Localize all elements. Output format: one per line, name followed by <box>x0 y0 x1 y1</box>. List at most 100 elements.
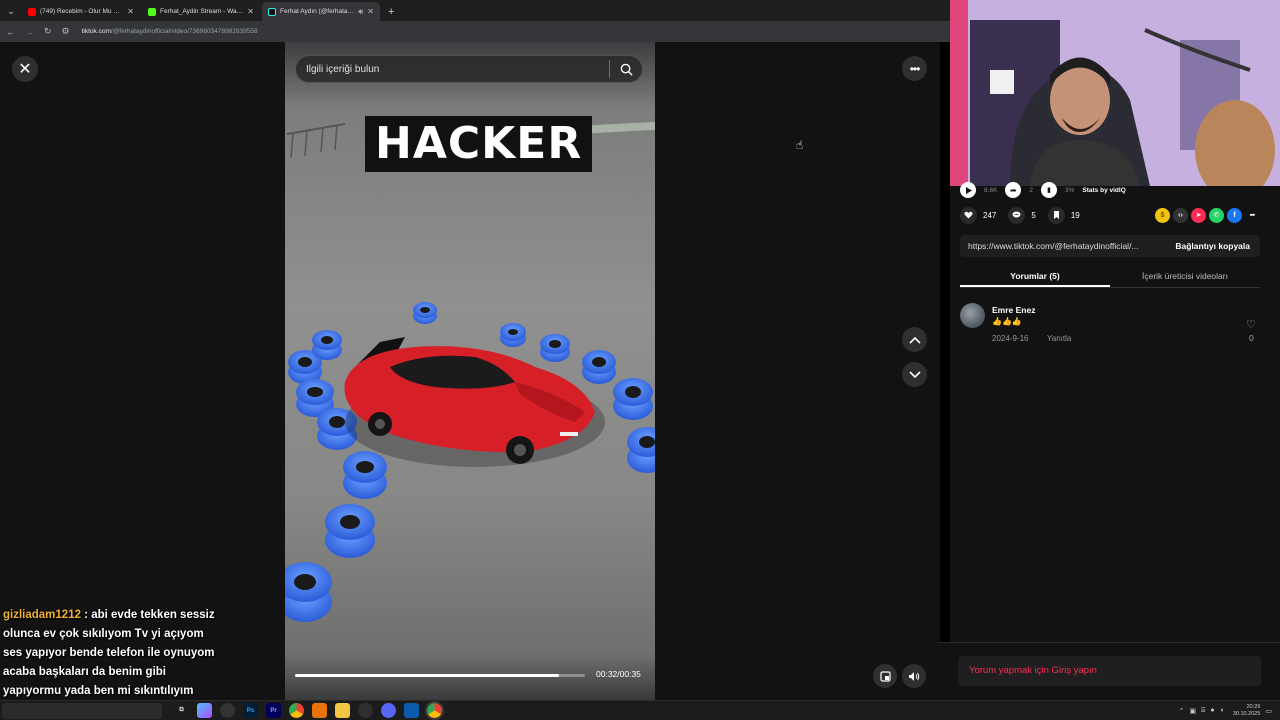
browser-tab-bar: ⌄ (749) Recebim - Olur Mu Kız Cit ✕ Ferh… <box>0 0 950 21</box>
chevron-up-icon <box>908 336 921 344</box>
premiere-icon[interactable]: Pr <box>266 703 281 718</box>
comment-item: Emre Enez 👍👍👍 2024-9-16 Yanıtla ♡ 0 <box>960 303 1260 353</box>
avatar[interactable] <box>960 303 985 328</box>
shares-count: 2 <box>1029 186 1033 194</box>
stats-percent: 3% <box>1065 186 1075 194</box>
video-progress-bar[interactable] <box>295 674 585 677</box>
close-tab-icon[interactable]: ✕ <box>127 7 134 16</box>
comment-icon <box>1008 206 1026 224</box>
close-tab-icon[interactable]: ✕ <box>247 7 254 16</box>
tiktok-video-page: ✕ HACKER <box>0 42 940 700</box>
app-icon[interactable] <box>312 703 327 718</box>
streamer-webcam <box>950 0 1280 186</box>
reload-icon[interactable]: ↻ <box>44 26 52 37</box>
notification-icon[interactable]: ▭ <box>1265 707 1272 715</box>
speaker-icon: 🔊︎ <box>358 6 364 16</box>
close-button[interactable]: ✕ <box>12 56 38 82</box>
next-video-button[interactable] <box>902 362 927 387</box>
tray-chevron-icon[interactable]: ⌃ <box>1179 707 1185 715</box>
clock-time: 20:26 <box>1246 703 1261 710</box>
steam-icon[interactable] <box>220 703 235 718</box>
task-view-icon[interactable]: ⧉ <box>174 703 189 718</box>
mouse-cursor-icon: ☝ <box>796 138 804 152</box>
chrome-active-icon[interactable] <box>425 701 444 720</box>
url-path: /@ferhataydinofficial/video/736960347898… <box>110 28 258 35</box>
copy-link-button[interactable]: Bağlantıyı kopyala <box>1165 241 1260 251</box>
video-time: 00:32/00:35 <box>596 669 641 679</box>
facebook-icon[interactable]: f <box>1227 207 1242 223</box>
whatsapp-icon[interactable]: ✆ <box>1209 207 1224 223</box>
more-options-button[interactable]: ••• <box>902 56 927 81</box>
volume-tray-icon[interactable]: ◖ <box>1220 707 1224 714</box>
reply-button[interactable]: Yanıtla <box>1047 334 1071 343</box>
system-tray: ⌃ ▣ ⌸ ● ◖ 20:26 30.10.2025 ▭ <box>1179 704 1280 718</box>
tab-title: (749) Recebim - Olur Mu Kız Cit <box>40 8 124 15</box>
embed-icon[interactable]: ‹› <box>1173 207 1188 223</box>
app-icon[interactable] <box>381 703 396 718</box>
search-input[interactable] <box>306 63 609 75</box>
webcam-scene <box>950 0 1280 186</box>
like-action[interactable]: 247 <box>960 206 997 224</box>
copilot-icon[interactable] <box>197 703 212 718</box>
video-frame-car-scene <box>285 302 655 622</box>
url-host: tiktok.com <box>81 28 111 35</box>
clock-date: 30.10.2025 <box>1232 710 1261 717</box>
browser-tab-tiktok[interactable]: Ferhat Aydın (@ferhataydi 🔊︎ ✕ <box>262 2 380 21</box>
share-link-row: https://www.tiktok.com/@ferhataydinoffic… <box>960 235 1260 257</box>
comment-text: 👍👍👍 <box>992 317 1022 326</box>
like-count: 247 <box>983 210 997 220</box>
vidiq-stats-row: 8.6K ➦ 2 ▮ 3% Stats by vidIQ <box>960 182 1126 198</box>
coin-icon[interactable]: $ <box>1155 207 1170 223</box>
taskbar-search[interactable] <box>2 702 162 719</box>
tray-app-icon[interactable]: ▣ <box>1190 707 1197 715</box>
photoshop-icon[interactable]: Ps <box>243 703 258 718</box>
back-icon[interactable]: ← <box>6 27 15 37</box>
browser-tab-youtube[interactable]: (749) Recebim - Olur Mu Kız Cit ✕ <box>22 2 140 21</box>
search-bar <box>295 55 643 83</box>
comment-date: 2024-9-16 <box>992 334 1029 343</box>
login-to-comment-button[interactable]: Yorum yapmak için Giriş yapın <box>958 656 1261 686</box>
url-field[interactable]: tiktok.com/@ferhataydinofficial/video/73… <box>82 28 258 35</box>
volume-button[interactable] <box>902 664 926 688</box>
tab-search-icon[interactable]: ⌄ <box>2 2 20 20</box>
send-icon[interactable]: ➤ <box>1191 207 1206 223</box>
comment-action[interactable]: 5 <box>1008 206 1036 224</box>
tab-title: Ferhat_Aydin Stream - Watch L <box>160 8 244 15</box>
comment-count: 5 <box>1031 210 1036 220</box>
heart-icon <box>960 206 977 224</box>
tab-comments[interactable]: Yorumlar (5) <box>960 266 1110 287</box>
microphone-icon[interactable]: ● <box>1210 707 1214 714</box>
comment-author[interactable]: Emre Enez <box>992 305 1035 315</box>
previous-video-button[interactable] <box>902 327 927 352</box>
network-icon[interactable]: ⌸ <box>1201 707 1205 715</box>
taskbar-clock[interactable]: 20:26 30.10.2025 <box>1233 704 1261 718</box>
share-icons: $ ‹› ➤ ✆ f ➦ <box>1155 207 1260 223</box>
picture-in-picture-icon <box>879 670 891 682</box>
share-more-icon[interactable]: ➦ <box>1245 208 1260 223</box>
chrome-icon[interactable] <box>289 703 304 718</box>
save-action[interactable]: 19 <box>1047 206 1080 224</box>
forward-icon[interactable]: → <box>25 27 34 37</box>
floating-player-button[interactable] <box>873 664 897 688</box>
video-player[interactable]: HACKER <box>285 42 655 700</box>
new-tab-button[interactable]: + <box>388 6 394 18</box>
close-tab-icon[interactable]: ✕ <box>367 7 374 16</box>
tiktok-icon <box>268 7 276 16</box>
youtube-icon <box>28 7 36 16</box>
search-button[interactable] <box>610 63 642 76</box>
plays-count: 8.6K <box>984 186 998 194</box>
engagement-row: 247 5 19 $ ‹› ➤ ✆ f ➦ <box>960 206 1260 224</box>
shares-icon: ➦ <box>1005 182 1022 198</box>
obs-icon[interactable] <box>358 703 373 718</box>
share-link-text[interactable]: https://www.tiktok.com/@ferhataydinoffic… <box>960 241 1165 251</box>
tab-creator-videos[interactable]: İçerik üreticisi videoları <box>1110 266 1260 287</box>
panel-tabs: Yorumlar (5) İçerik üreticisi videoları <box>960 266 1260 288</box>
app-icon[interactable] <box>404 703 419 718</box>
stats-by-vidiq[interactable]: Stats by vidIQ <box>1082 187 1125 194</box>
site-info-icon[interactable]: ⚙ <box>62 26 70 37</box>
taskbar-apps: ⧉ Ps Pr <box>174 701 444 720</box>
browser-tab-kick[interactable]: Ferhat_Aydin Stream - Watch L ✕ <box>142 2 260 21</box>
heart-outline-icon[interactable]: ♡ <box>1246 318 1256 331</box>
file-explorer-icon[interactable] <box>335 703 350 718</box>
video-progress-fill <box>295 674 559 677</box>
